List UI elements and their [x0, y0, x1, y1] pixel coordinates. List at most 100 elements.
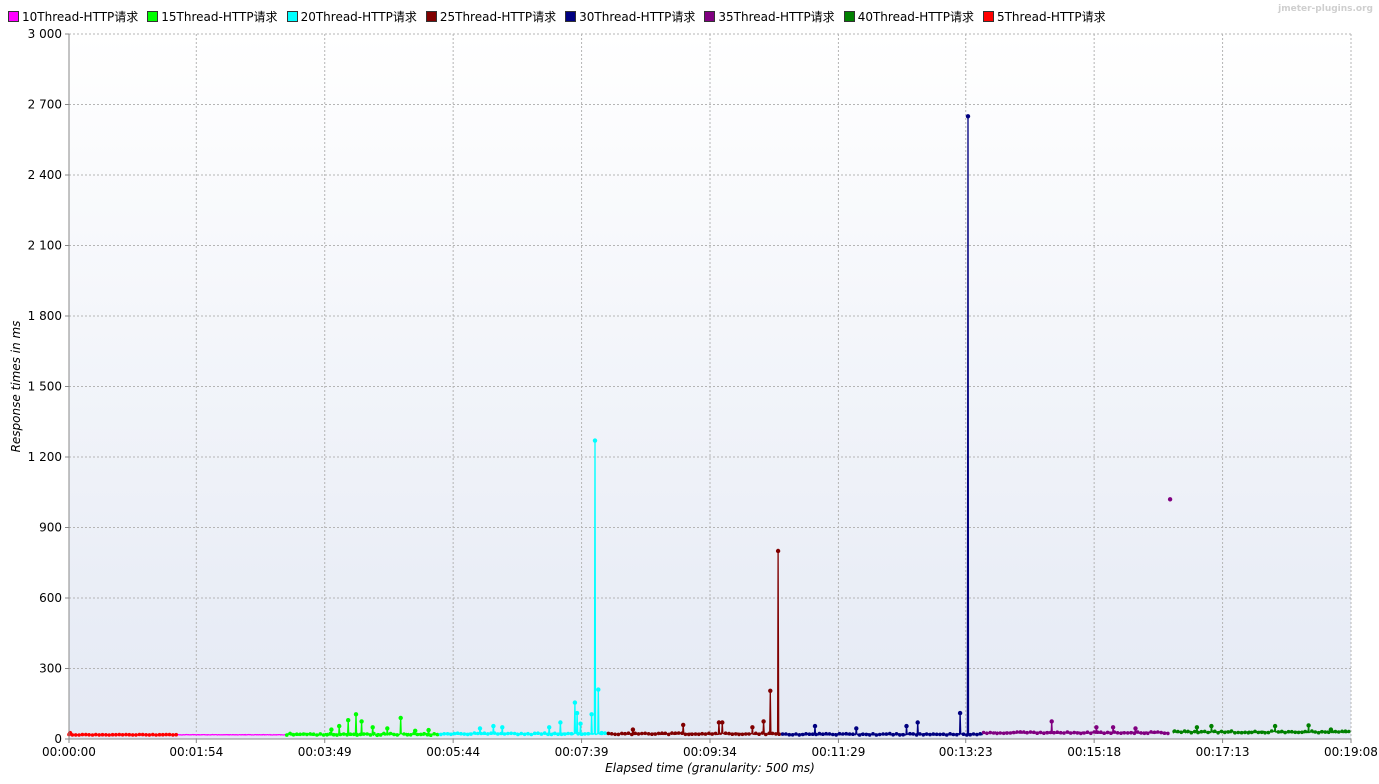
data-point [321, 733, 326, 737]
data-point [1119, 731, 1123, 735]
data-point [646, 732, 651, 736]
data-point [1226, 730, 1230, 734]
data-point [325, 733, 329, 737]
spike-point [426, 727, 431, 733]
data-point [536, 731, 540, 735]
data-point [1213, 729, 1217, 734]
data-point [1189, 730, 1194, 735]
data-point [368, 733, 373, 737]
y-tick-label: 1 500 [28, 380, 62, 394]
data-point [579, 732, 584, 736]
x-tick-label: 00:07:39 [555, 745, 609, 759]
spike-point [812, 723, 818, 729]
data-point [1011, 730, 1016, 735]
data-point [469, 732, 473, 736]
spike-point [1049, 719, 1054, 724]
data-point [697, 732, 701, 737]
data-point [542, 731, 547, 735]
spike-point [599, 730, 604, 736]
data-point [157, 732, 162, 737]
data-point [780, 732, 785, 736]
data-point [124, 732, 128, 737]
data-point [1149, 730, 1153, 734]
data-point [1320, 729, 1324, 734]
data-point [914, 733, 919, 737]
data-point [335, 733, 339, 737]
data-point [318, 732, 323, 736]
data-point [888, 731, 892, 736]
y-tick-label: 2 700 [28, 98, 62, 112]
data-point [104, 733, 108, 737]
data-point [355, 733, 359, 737]
data-point [425, 732, 430, 737]
data-point [1008, 731, 1013, 735]
data-point [298, 732, 303, 737]
data-point [760, 731, 765, 735]
data-point [1223, 730, 1227, 735]
data-point [784, 732, 788, 736]
x-axis-title: Elapsed time (granularity: 500 ms) [605, 761, 815, 775]
data-point [790, 733, 795, 737]
data-point [995, 731, 999, 736]
data-point [1079, 731, 1083, 736]
y-tick-label: 600 [39, 591, 62, 605]
data-point [114, 732, 118, 737]
data-point [1099, 730, 1103, 734]
data-point [918, 732, 922, 736]
data-point [757, 732, 761, 736]
data-point [1038, 730, 1043, 735]
data-point [362, 732, 366, 736]
data-point [137, 732, 142, 737]
data-point [1246, 731, 1251, 735]
data-point [807, 732, 812, 736]
spike-point [574, 710, 580, 716]
data-point [653, 732, 658, 736]
data-point [154, 733, 158, 737]
data-point [710, 732, 714, 736]
data-point [690, 732, 694, 736]
data-point [308, 732, 313, 736]
y-tick-label: 1 200 [28, 450, 62, 464]
data-point [821, 732, 825, 736]
data-point [1239, 730, 1244, 735]
data-point [1065, 730, 1070, 734]
data-point [817, 731, 822, 736]
x-tick-label: 00:03:49 [298, 745, 352, 759]
data-point [1347, 729, 1351, 734]
data-point [295, 732, 299, 736]
data-point [723, 731, 728, 735]
spike-point [854, 726, 859, 731]
spike-point [346, 718, 351, 723]
x-tick-label: 00:00:00 [42, 745, 96, 759]
data-point [291, 733, 296, 737]
data-point [445, 732, 450, 736]
spike-point [750, 725, 755, 730]
data-point [1259, 730, 1264, 735]
y-tick-label: 900 [39, 521, 62, 535]
data-point [1045, 730, 1050, 735]
data-point [1323, 730, 1328, 734]
spike-point [558, 720, 563, 725]
y-tick-label: 300 [39, 662, 62, 676]
data-point [94, 732, 98, 737]
data-point [402, 732, 406, 736]
data-point [1276, 730, 1281, 734]
spike-point [398, 715, 403, 721]
data-point [1300, 730, 1304, 735]
data-point [372, 731, 376, 736]
spike-point [589, 712, 594, 717]
spike-point [965, 114, 971, 119]
data-point [928, 732, 932, 737]
data-point [502, 732, 507, 736]
data-point [315, 733, 319, 737]
data-point [965, 733, 969, 737]
spike-point [413, 728, 418, 733]
data-point [1092, 730, 1096, 734]
data-point [1142, 731, 1147, 736]
data-point [800, 732, 805, 737]
data-point [867, 733, 872, 737]
data-point [633, 731, 637, 736]
data-point [539, 732, 544, 736]
data-point [1263, 731, 1267, 735]
data-point [1196, 730, 1200, 735]
